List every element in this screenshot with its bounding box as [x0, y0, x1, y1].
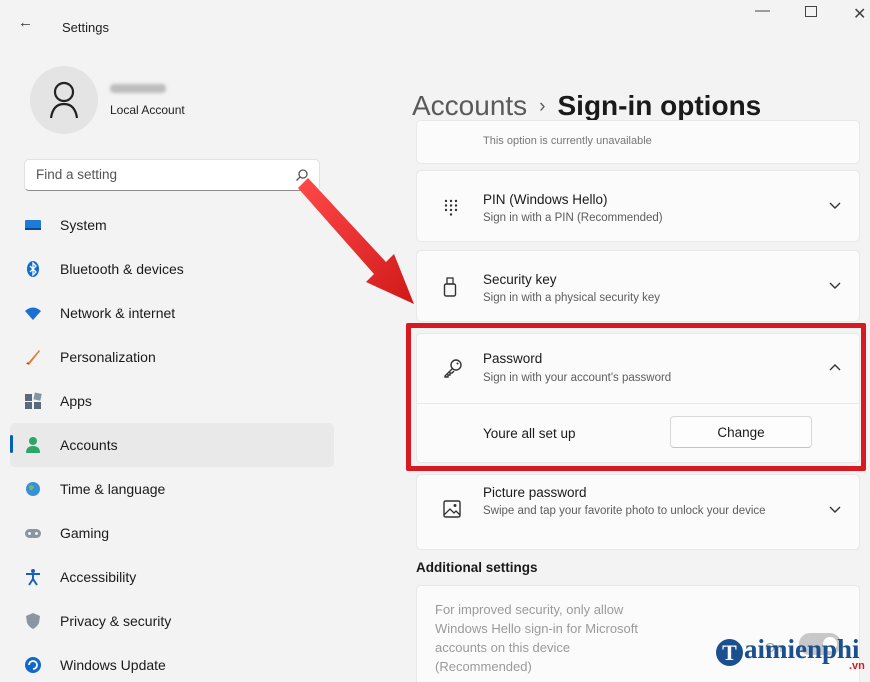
sidebar-item-apps[interactable]: Apps: [10, 379, 334, 423]
option-card-picture-password[interactable]: Picture password Swipe and tap your favo…: [416, 474, 860, 550]
profile-header: Local Account: [30, 66, 290, 134]
option-card-password[interactable]: Password Sign in with your account's pas…: [416, 333, 860, 463]
sidebar-item-windows-update[interactable]: Windows Update: [10, 643, 334, 682]
avatar[interactable]: [30, 66, 98, 134]
active-indicator: [10, 435, 13, 453]
usb-key-icon: [443, 277, 457, 297]
sidebar-nav: System Bluetooth & devices Network & int…: [10, 203, 334, 682]
sidebar-item-time-language[interactable]: Time & language: [10, 467, 334, 511]
title-bar: ← Settings — ✕: [0, 0, 870, 44]
brush-icon: [26, 350, 40, 365]
app-title: Settings: [62, 20, 109, 35]
gamepad-icon: [25, 529, 41, 538]
pin-title: PIN (Windows Hello): [483, 192, 608, 207]
sidebar-item-system[interactable]: System: [10, 203, 334, 247]
minimize-button[interactable]: —: [755, 2, 770, 19]
chevron-down-icon[interactable]: [829, 282, 841, 290]
divider: [417, 403, 859, 404]
key-icon: [444, 359, 462, 378]
search-box[interactable]: [24, 159, 320, 191]
picture-password-title: Picture password: [483, 485, 587, 500]
close-button[interactable]: ✕: [853, 4, 866, 24]
watermark-text: aimienphi: [744, 634, 860, 664]
accessibility-icon: [26, 569, 40, 586]
profile-name-redacted: [110, 84, 166, 93]
picture-icon: [443, 500, 461, 518]
option-card-security-key[interactable]: Security key Sign in with a physical sec…: [416, 250, 860, 322]
watermark-domain: .vn: [849, 660, 865, 672]
change-password-button[interactable]: Change: [670, 416, 812, 448]
pin-subtitle: Sign in with a PIN (Recommended): [483, 212, 663, 224]
wifi-icon: [25, 307, 41, 320]
watermark-letter: T: [716, 639, 743, 666]
chevron-down-icon[interactable]: [829, 506, 841, 514]
shield-icon: [26, 613, 40, 629]
sidebar-item-accounts[interactable]: Accounts: [10, 423, 334, 467]
account-type: Local Account: [110, 103, 185, 117]
sidebar-item-network[interactable]: Network & internet: [10, 291, 334, 335]
security-key-subtitle: Sign in with a physical security key: [483, 292, 661, 304]
breadcrumb-parent[interactable]: Accounts: [412, 90, 527, 121]
system-icon: [25, 220, 41, 230]
password-title: Password: [483, 351, 543, 366]
breadcrumb: Accounts › Sign-in options: [412, 90, 761, 122]
unavailable-text: This option is currently unavailable: [483, 135, 652, 147]
security-key-title: Security key: [483, 272, 557, 287]
password-status: Youre all set up: [483, 426, 576, 441]
sidebar-item-bluetooth[interactable]: Bluetooth & devices: [10, 247, 334, 291]
additional-settings-heading: Additional settings: [416, 560, 538, 575]
sidebar-item-gaming[interactable]: Gaming: [10, 511, 334, 555]
sidebar-item-accessibility[interactable]: Accessibility: [10, 555, 334, 599]
sidebar-item-personalization[interactable]: Personalization: [10, 335, 334, 379]
chevron-down-icon[interactable]: [829, 202, 841, 210]
globe-icon: [26, 482, 40, 496]
search-icon[interactable]: [295, 168, 309, 182]
windows-hello-only-text: For improved security, only allow Window…: [435, 602, 639, 674]
user-icon: [49, 81, 79, 119]
apps-icon: [25, 392, 42, 409]
page-title: Sign-in options: [557, 90, 762, 121]
accounts-icon: [26, 437, 40, 453]
settings-window: ← Settings — ✕ Local Account System Bl: [0, 0, 870, 682]
search-input[interactable]: [36, 167, 286, 182]
maximize-button[interactable]: [805, 6, 817, 17]
password-subtitle: Sign in with your account's password: [483, 372, 672, 384]
picture-password-subtitle: Swipe and tap your favorite photo to unl…: [483, 505, 766, 517]
pin-keypad-icon: [444, 199, 458, 216]
watermark-logo: Taimienphi .vn: [716, 634, 865, 672]
option-card-partial: This option is currently unavailable: [416, 120, 860, 164]
breadcrumb-separator: ›: [539, 96, 546, 117]
update-icon: [25, 657, 41, 673]
back-arrow-icon[interactable]: ←: [18, 14, 33, 31]
bluetooth-icon: [27, 261, 39, 277]
option-card-pin[interactable]: PIN (Windows Hello) Sign in with a PIN (…: [416, 170, 860, 242]
sidebar-item-privacy[interactable]: Privacy & security: [10, 599, 334, 643]
chevron-up-icon[interactable]: [829, 363, 841, 371]
